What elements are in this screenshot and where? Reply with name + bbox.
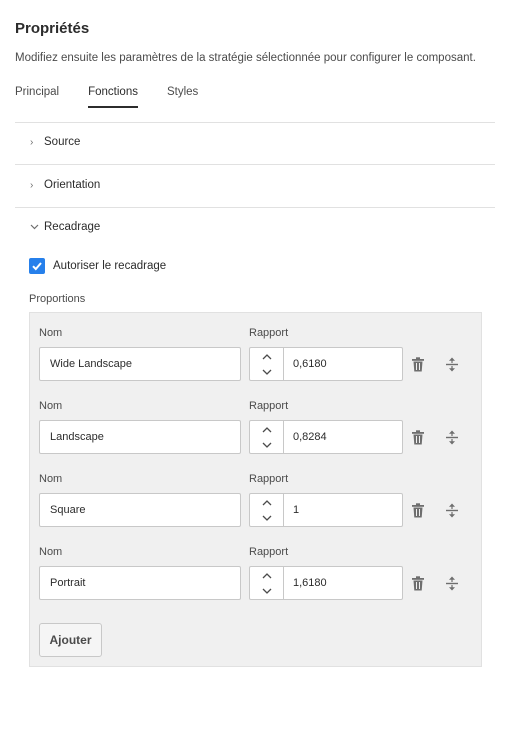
ratio-input[interactable] (283, 566, 403, 600)
ratio-stepper (249, 493, 284, 527)
chevron-up-icon[interactable] (250, 567, 283, 583)
chevron-down-icon[interactable] (250, 510, 283, 526)
chevron-down-icon[interactable] (250, 583, 283, 599)
drag-handle-icon[interactable] (444, 575, 460, 591)
allow-crop-label: Autoriser le recadrage (53, 260, 167, 272)
section-recadrage-header[interactable]: Recadrage (30, 221, 100, 233)
section-source-label: Source (44, 136, 81, 148)
name-input[interactable] (39, 493, 241, 527)
divider (15, 122, 495, 123)
name-input[interactable] (39, 420, 241, 454)
name-label: Nom (39, 546, 63, 558)
trash-icon[interactable] (410, 429, 426, 445)
section-orientation-label: Orientation (44, 179, 101, 191)
trash-icon[interactable] (410, 575, 426, 591)
ratio-stepper (249, 347, 284, 381)
chevron-up-icon[interactable] (250, 494, 283, 510)
chevron-up-icon[interactable] (250, 421, 283, 437)
add-proportion-button[interactable]: Ajouter (39, 623, 102, 657)
tab-principal[interactable]: Principal (15, 84, 59, 108)
proportion-row: Nom Rapport (39, 473, 479, 533)
proportion-row: Nom Rapport (39, 546, 479, 606)
tab-bar: Principal Fonctions Styles (15, 84, 227, 108)
name-label: Nom (39, 327, 63, 339)
chevron-right-icon: › (30, 179, 34, 191)
checkmark-icon (32, 262, 42, 271)
divider (15, 207, 495, 208)
name-label: Nom (39, 400, 63, 412)
tab-styles[interactable]: Styles (167, 84, 198, 108)
ratio-input[interactable] (283, 493, 403, 527)
chevron-right-icon: › (30, 136, 34, 148)
chevron-up-icon[interactable] (250, 348, 283, 364)
name-input[interactable] (39, 566, 241, 600)
page-subtitle: Modifiez ensuite les paramètres de la st… (15, 52, 476, 64)
chevron-down-icon[interactable] (250, 364, 283, 380)
drag-handle-icon[interactable] (444, 429, 460, 445)
divider (15, 164, 495, 165)
trash-icon[interactable] (410, 502, 426, 518)
allow-crop-checkbox[interactable] (29, 258, 45, 274)
page-title: Propriétés (15, 20, 90, 37)
proportions-label: Proportions (29, 293, 86, 305)
ratio-stepper (249, 420, 284, 454)
ratio-stepper (249, 566, 284, 600)
proportion-row: Nom Rapport (39, 400, 479, 460)
tab-fonctions[interactable]: Fonctions (88, 84, 138, 108)
section-source-header[interactable]: › Source (30, 136, 80, 148)
section-recadrage-label: Recadrage (44, 221, 101, 233)
name-input[interactable] (39, 347, 241, 381)
ratio-label: Rapport (249, 400, 289, 412)
ratio-label: Rapport (249, 327, 289, 339)
ratio-label: Rapport (249, 473, 289, 485)
proportions-panel: Nom Rapport Nom Rapport Nom (29, 312, 482, 667)
name-label: Nom (39, 473, 63, 485)
drag-handle-icon[interactable] (444, 502, 460, 518)
ratio-label: Rapport (249, 546, 289, 558)
drag-handle-icon[interactable] (444, 356, 460, 372)
proportion-row: Nom Rapport (39, 327, 479, 387)
trash-icon[interactable] (410, 356, 426, 372)
ratio-input[interactable] (283, 420, 403, 454)
section-orientation-header[interactable]: › Orientation (30, 179, 100, 191)
chevron-down-icon (30, 222, 42, 233)
chevron-down-icon[interactable] (250, 437, 283, 453)
ratio-input[interactable] (283, 347, 403, 381)
allow-crop-row: Autoriser le recadrage (29, 258, 166, 274)
